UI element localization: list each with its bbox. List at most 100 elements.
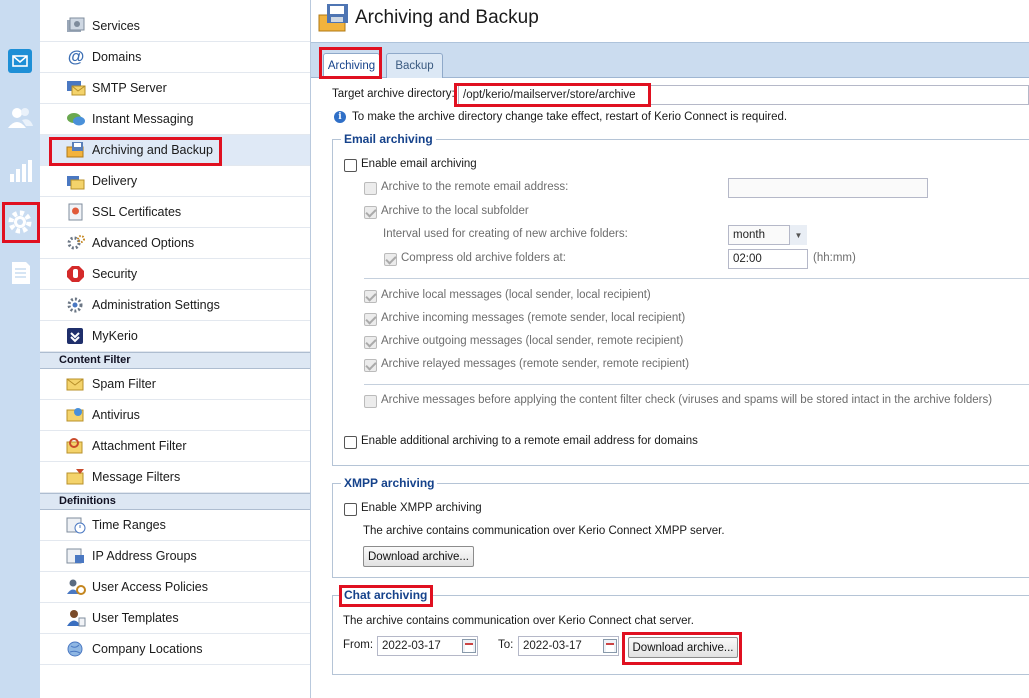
chat-bubbles-icon bbox=[65, 109, 87, 129]
compress-label: Compress old archive folders at: bbox=[401, 252, 566, 264]
certificate-icon bbox=[65, 202, 87, 222]
security-stop-icon bbox=[65, 264, 87, 284]
nav-item-ssl-certificates[interactable]: SSL Certificates bbox=[40, 197, 310, 228]
delivery-icon bbox=[65, 171, 87, 191]
archive-relayed-label: Archive relayed messages (remote sender,… bbox=[381, 358, 690, 370]
chevron-down-icon[interactable]: ▼ bbox=[789, 225, 807, 245]
attachment-filter-icon bbox=[65, 436, 87, 456]
spam-filter-icon bbox=[65, 374, 87, 394]
chat-legend-highlight bbox=[339, 585, 433, 607]
local-subfolder-label: Archive to the local subfolder bbox=[381, 205, 529, 217]
archive-outgoing-checkbox[interactable] bbox=[364, 336, 377, 349]
users-icon[interactable] bbox=[4, 102, 36, 134]
additional-archiving-label: Enable additional archiving to a remote … bbox=[361, 435, 698, 447]
chat-download-highlight bbox=[622, 632, 742, 665]
nav-item-attachment-filter[interactable]: Attachment Filter bbox=[40, 431, 310, 462]
nav-item-ip-address-groups[interactable]: IP Address Groups bbox=[40, 541, 310, 572]
archive-local-label: Archive local messages (local sender, lo… bbox=[381, 289, 651, 301]
gears-icon bbox=[65, 233, 87, 253]
archive-backup-title-icon bbox=[318, 3, 352, 36]
company-locations-icon bbox=[65, 639, 87, 659]
before-filter-label: Archive messages before applying the con… bbox=[381, 394, 993, 406]
nav-item-user-access-policies[interactable]: User Access Policies bbox=[40, 572, 310, 603]
nav-item-security[interactable]: Security bbox=[40, 259, 310, 290]
statistics-icon[interactable] bbox=[4, 155, 36, 187]
nav-section-content-filter: Content Filter bbox=[40, 352, 310, 369]
xmpp-archiving-legend: XMPP archiving bbox=[341, 476, 438, 490]
enable-xmpp-label: Enable XMPP archiving bbox=[361, 502, 482, 514]
nav-item-antivirus[interactable]: Antivirus bbox=[40, 400, 310, 431]
nav-item-delivery[interactable]: Delivery bbox=[40, 166, 310, 197]
remote-address-label: Archive to the remote email address: bbox=[381, 181, 569, 193]
nav-item-administration-settings[interactable]: Administration Settings bbox=[40, 290, 310, 321]
mail-icon[interactable] bbox=[4, 45, 36, 77]
nav-item-company-locations[interactable]: Company Locations bbox=[40, 634, 310, 665]
remote-address-checkbox[interactable] bbox=[364, 182, 377, 195]
nav-item-domains[interactable]: @ Domains bbox=[40, 42, 310, 73]
nav-item-mykerio[interactable]: MyKerio bbox=[40, 321, 310, 352]
at-sign-icon: @ bbox=[67, 47, 85, 66]
user-templates-icon bbox=[65, 608, 87, 628]
target-dir-highlight bbox=[454, 83, 651, 107]
logs-icon[interactable] bbox=[4, 257, 36, 289]
tab-bar: Archiving Backup bbox=[311, 42, 1029, 78]
admin-settings-icon bbox=[65, 295, 87, 315]
archive-incoming-label: Archive incoming messages (remote sender… bbox=[381, 312, 686, 324]
app-rail bbox=[0, 0, 40, 698]
rail-selection-highlight bbox=[2, 202, 40, 243]
compress-time-input[interactable]: 02:00 bbox=[728, 249, 808, 269]
interval-label: Interval used for creating of new archiv… bbox=[383, 228, 628, 240]
message-filters-icon bbox=[65, 467, 87, 487]
page-title: Archiving and Backup bbox=[355, 7, 539, 28]
xmpp-description: The archive contains communication over … bbox=[363, 525, 725, 537]
nav-item-user-templates[interactable]: User Templates bbox=[40, 603, 310, 634]
nav-item-message-filters[interactable]: Message Filters bbox=[40, 462, 310, 493]
antivirus-icon bbox=[65, 405, 87, 425]
additional-archiving-checkbox[interactable] bbox=[344, 436, 357, 449]
info-icon: i bbox=[334, 111, 346, 123]
nav-item-instant-messaging[interactable]: Instant Messaging bbox=[40, 104, 310, 135]
calendar-icon[interactable] bbox=[603, 639, 617, 653]
smtp-server-icon bbox=[65, 78, 87, 98]
mykerio-icon bbox=[65, 326, 87, 346]
before-filter-checkbox[interactable] bbox=[364, 395, 377, 408]
nav-section-definitions: Definitions bbox=[40, 493, 310, 510]
compress-unit: (hh:mm) bbox=[813, 252, 856, 264]
calendar-icon[interactable] bbox=[462, 639, 476, 653]
nav-item-smtp-server[interactable]: SMTP Server bbox=[40, 73, 310, 104]
remote-address-input[interactable] bbox=[728, 178, 928, 198]
enable-email-archiving-label: Enable email archiving bbox=[361, 158, 477, 170]
nav-item-advanced-options[interactable]: Advanced Options bbox=[40, 228, 310, 259]
config-nav: Services @ Domains SMTP Server Instant M… bbox=[40, 0, 311, 698]
ip-groups-icon bbox=[65, 546, 87, 566]
enable-email-archiving-checkbox[interactable] bbox=[344, 159, 357, 172]
divider bbox=[364, 384, 1029, 385]
restart-info-text: To make the archive directory change tak… bbox=[352, 111, 788, 123]
xmpp-download-button[interactable]: Download archive... bbox=[363, 546, 474, 567]
nav-item-services[interactable]: Services bbox=[40, 11, 310, 42]
nav-selection-highlight bbox=[49, 137, 222, 166]
to-label: To: bbox=[498, 639, 514, 651]
archive-incoming-checkbox[interactable] bbox=[364, 313, 377, 326]
compress-checkbox[interactable] bbox=[384, 253, 397, 266]
tab-highlight bbox=[319, 47, 382, 79]
divider bbox=[364, 278, 1029, 279]
nav-item-spam-filter[interactable]: Spam Filter bbox=[40, 369, 310, 400]
enable-xmpp-checkbox[interactable] bbox=[344, 503, 357, 516]
target-dir-label: Target archive directory: bbox=[332, 88, 455, 100]
local-subfolder-checkbox[interactable] bbox=[364, 206, 377, 219]
chat-description: The archive contains communication over … bbox=[343, 615, 694, 627]
from-label: From: bbox=[343, 639, 374, 651]
archive-relayed-checkbox[interactable] bbox=[364, 359, 377, 372]
user-policies-icon bbox=[65, 577, 87, 597]
email-archiving-legend: Email archiving bbox=[341, 132, 436, 146]
services-icon bbox=[65, 16, 87, 36]
nav-item-time-ranges[interactable]: Time Ranges bbox=[40, 510, 310, 541]
archive-local-checkbox[interactable] bbox=[364, 290, 377, 303]
time-ranges-icon bbox=[65, 515, 87, 535]
tab-backup[interactable]: Backup bbox=[386, 53, 443, 78]
archive-outgoing-label: Archive outgoing messages (local sender,… bbox=[381, 335, 684, 347]
interval-value: month bbox=[733, 229, 765, 241]
main-panel: Archiving and Backup Archiving Backup Ta… bbox=[311, 0, 1029, 698]
archiving-content: Target archive directory: /opt/kerio/mai… bbox=[311, 79, 1029, 698]
